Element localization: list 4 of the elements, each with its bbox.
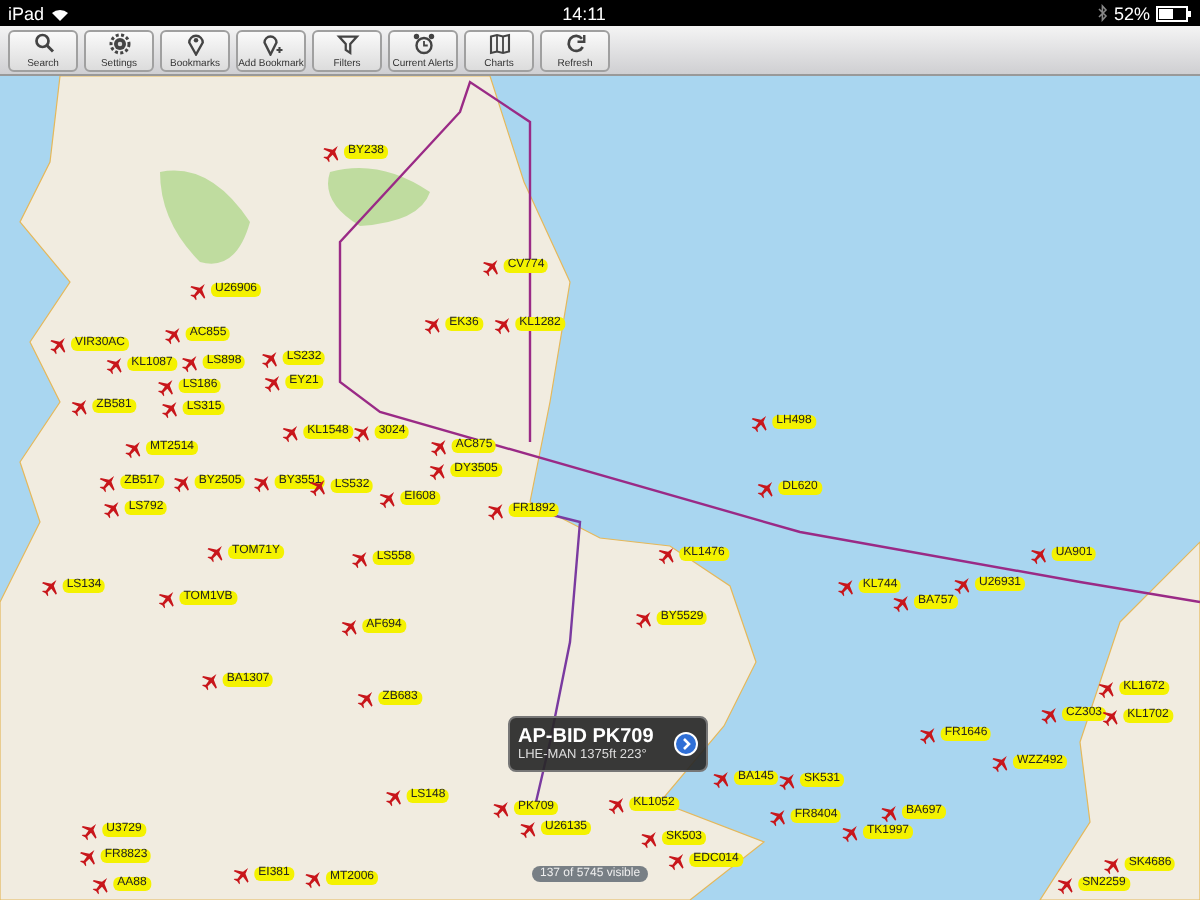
clock-time: 14:11 [562, 3, 606, 23]
battery-percent: 52% [1113, 3, 1150, 23]
callout-title: AP-BID PK709 [518, 726, 656, 748]
device-name: iPad [8, 3, 45, 23]
